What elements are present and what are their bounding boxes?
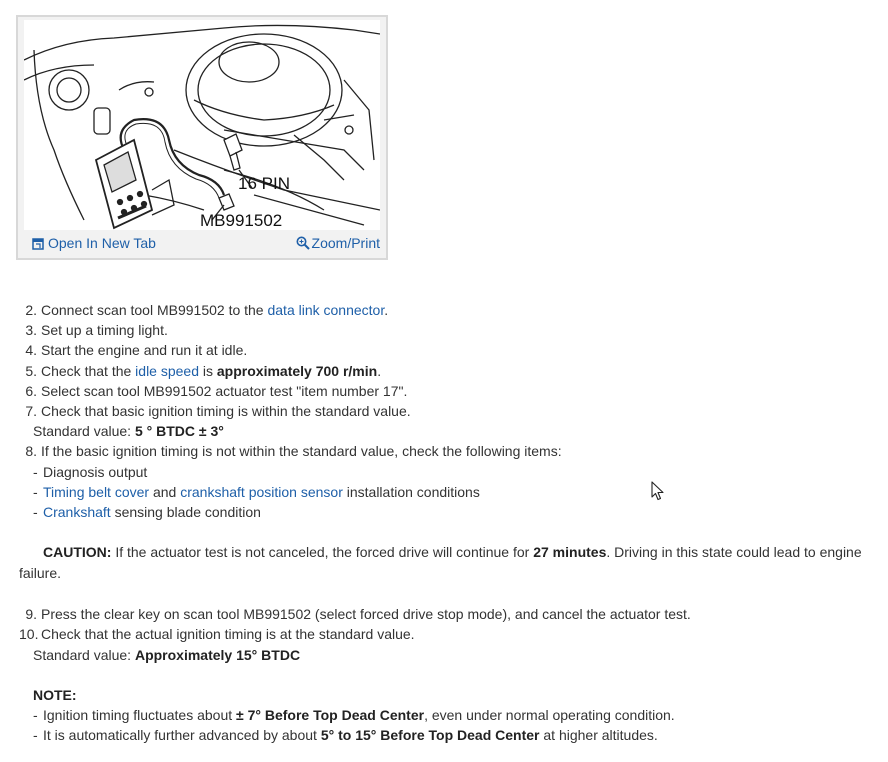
check-item-text: sensing blade condition bbox=[110, 504, 261, 521]
open-tab-icon bbox=[32, 237, 44, 253]
step-number: 2. bbox=[25, 302, 37, 318]
step-4: 4. Start the engine and run it at idle. bbox=[19, 340, 881, 360]
standard-value-7: Standard value: 5 ° BTDC ± 3° bbox=[19, 421, 881, 441]
step-number: 3. bbox=[25, 322, 37, 339]
step-emphasis: approximately 700 r/min bbox=[216, 362, 378, 379]
timing-belt-cover-link[interactable]: Timing belt cover bbox=[43, 484, 149, 500]
step-text: . bbox=[384, 302, 389, 318]
step-number: 6. bbox=[25, 382, 37, 399]
step-10: 10. Check that the actual ignition timing… bbox=[19, 624, 881, 644]
step-number: 4. bbox=[25, 342, 37, 359]
step-text: . bbox=[377, 362, 382, 379]
step-text: Select scan tool MB991502 actuator test … bbox=[41, 382, 408, 399]
step-8: 8. If the basic ignition timing is not wi… bbox=[19, 441, 881, 461]
step-text: is bbox=[199, 362, 217, 379]
check-item-text: installation conditions bbox=[342, 483, 480, 500]
crankshaft-link[interactable]: Crankshaft bbox=[43, 504, 111, 520]
standard-value-label: Standard value: bbox=[33, 423, 135, 440]
note-item-2: - It is automatically further advanced by… bbox=[19, 725, 881, 745]
step-text: Set up a timing light. bbox=[41, 322, 168, 339]
check-item-text: and bbox=[149, 483, 181, 500]
open-in-new-tab-link[interactable]: Open In New Tab bbox=[32, 235, 156, 253]
step-7: 7. Check that basic ignition timing is wi… bbox=[19, 401, 881, 421]
diagram-image[interactable]: 16 PIN MB991502 bbox=[24, 20, 380, 230]
procedure-content: 2. Connect scan tool MB991502 to the data… bbox=[19, 300, 881, 745]
step-text: Check that basic ignition timing is with… bbox=[41, 403, 411, 420]
caution-emphasis: 27 minutes bbox=[533, 544, 607, 561]
note-item-1: - Ignition timing fluctuates about ± 7° B… bbox=[19, 705, 881, 725]
label-mb991502: MB991502 bbox=[200, 211, 283, 230]
standard-value-10: Standard value: Approximately 15° BTDC bbox=[19, 645, 881, 665]
step-9: 9. Press the clear key on scan tool MB991… bbox=[19, 604, 881, 624]
step-3: 3. Set up a timing light. bbox=[19, 320, 881, 340]
step-6: 6. Select scan tool MB991502 actuator tes… bbox=[19, 381, 881, 401]
zoom-print-link[interactable]: Zoom/Print bbox=[296, 235, 380, 253]
step-number: 5. bbox=[25, 362, 37, 379]
caution-text: If the actuator test is not canceled, th… bbox=[111, 544, 534, 561]
caution-block: CAUTION: If the actuator test is not can… bbox=[19, 542, 881, 584]
bullet-dash: - bbox=[33, 483, 38, 500]
idle-speed-link[interactable]: idle speed bbox=[135, 363, 199, 379]
bullet-dash: - bbox=[33, 727, 38, 744]
data-link-connector-link[interactable]: data link connector bbox=[267, 302, 384, 318]
standard-value: 5 ° BTDC ± 3° bbox=[134, 423, 224, 440]
note-label: NOTE: bbox=[33, 686, 77, 703]
note-text: at higher altitudes. bbox=[539, 727, 658, 744]
check-item-crankshaft: - Crankshaft sensing blade condition bbox=[19, 502, 881, 522]
zoom-print-label: Zoom/Print bbox=[311, 235, 380, 251]
bullet-dash: - bbox=[33, 463, 38, 480]
step-number: 9. bbox=[25, 606, 37, 623]
step-text: Connect scan tool MB991502 to the bbox=[41, 302, 268, 318]
step-text: If the basic ignition timing is not with… bbox=[41, 443, 562, 460]
note-text: Ignition timing fluctuates about bbox=[43, 707, 237, 724]
step-text: Press the clear key on scan tool MB99150… bbox=[41, 606, 691, 623]
note-emphasis: ± 7° Before Top Dead Center bbox=[236, 707, 425, 724]
check-item-timing-belt: - Timing belt cover and crankshaft positi… bbox=[19, 482, 881, 502]
bullet-dash: - bbox=[33, 504, 38, 521]
note-text: It is automatically further advanced by … bbox=[43, 727, 321, 744]
note-text: , even under normal operating condition. bbox=[424, 707, 675, 724]
figure-frame: 16 PIN MB991502 Open In New Tab Zoom/Pri… bbox=[16, 15, 388, 260]
crankshaft-position-sensor-link[interactable]: crankshaft position sensor bbox=[180, 484, 343, 500]
step-2: 2. Connect scan tool MB991502 to the data… bbox=[19, 300, 881, 320]
figure-toolbar: Open In New Tab Zoom/Print bbox=[18, 230, 386, 258]
step-text: Check that the bbox=[41, 362, 136, 379]
check-item-text: Diagnosis output bbox=[43, 463, 148, 480]
bullet-dash: - bbox=[33, 707, 38, 724]
note-emphasis: 5° to 15° Before Top Dead Center bbox=[320, 727, 540, 744]
scan-tool-diagram bbox=[24, 24, 380, 230]
mouse-cursor-icon bbox=[651, 481, 665, 504]
step-text: Start the engine and run it at idle. bbox=[41, 342, 248, 359]
standard-value: Approximately 15° BTDC bbox=[134, 646, 301, 663]
check-item-diagnosis: - Diagnosis output bbox=[19, 462, 881, 482]
caution-label: CAUTION: bbox=[43, 544, 112, 561]
label-16-pin: 16 PIN bbox=[238, 174, 290, 193]
open-in-new-tab-label: Open In New Tab bbox=[48, 235, 156, 251]
step-5: 5. Check that the idle speed is approxima… bbox=[19, 361, 881, 381]
step-text: Check that the actual ignition timing is… bbox=[41, 626, 415, 643]
step-number: 8. bbox=[25, 443, 37, 460]
step-number: 7. bbox=[25, 403, 37, 420]
standard-value-label: Standard value: bbox=[33, 646, 135, 663]
step-number: 10. bbox=[19, 626, 39, 643]
zoom-icon bbox=[296, 236, 310, 253]
